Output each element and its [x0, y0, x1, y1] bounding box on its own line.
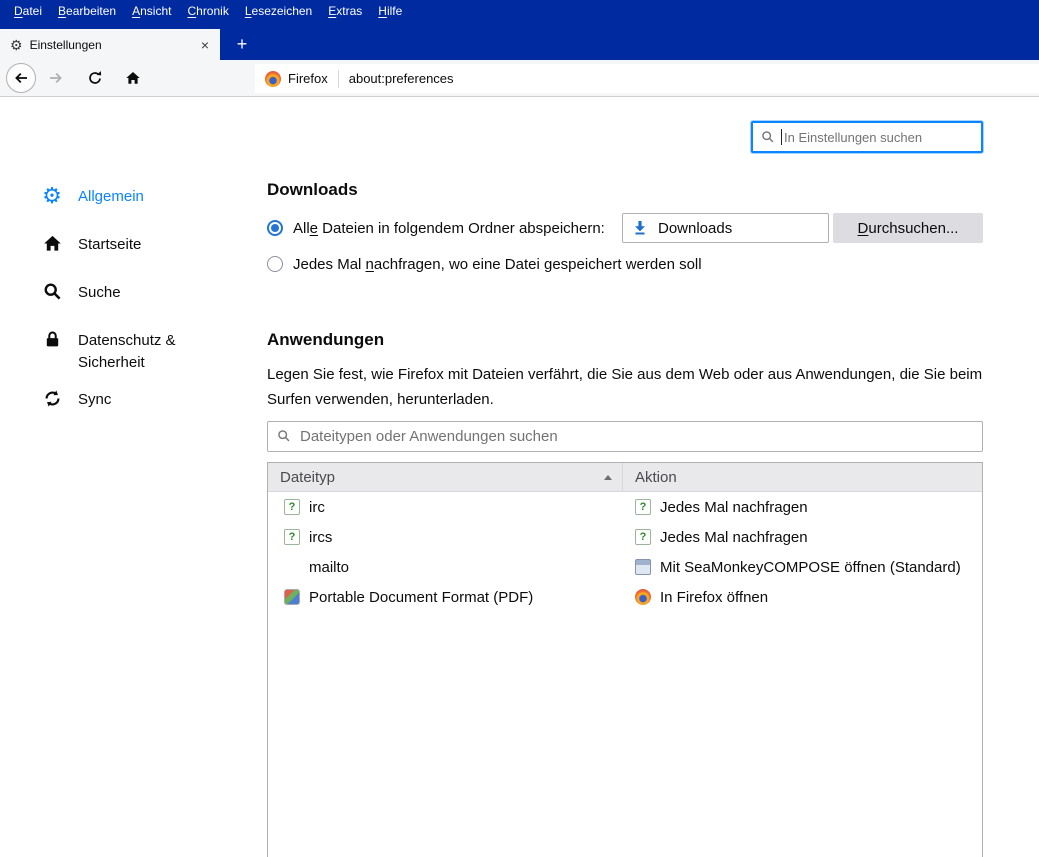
- preferences-content: In Einstellungen suchen Allgemein Starts…: [0, 98, 1039, 857]
- empty-icon: [284, 559, 300, 575]
- download-folder-select[interactable]: Downloads: [622, 213, 829, 243]
- filetype-label: Portable Document Format (PDF): [309, 589, 533, 606]
- applications-description: Legen Sie fest, wie Firefox mit Dateien …: [267, 362, 983, 412]
- ask-action-icon: [635, 529, 651, 545]
- table-row[interactable]: ircs Jedes Mal nachfragen: [268, 522, 982, 552]
- menu-ansicht[interactable]: Ansicht: [124, 2, 179, 20]
- firefox-window: Datei Bearbeiten Ansicht Chronik Lesezei…: [0, 0, 1039, 857]
- tab-bar: Einstellungen × +: [0, 22, 1039, 60]
- gear-icon: [10, 38, 23, 52]
- close-tab-icon[interactable]: ×: [196, 36, 214, 54]
- action-label: Jedes Mal nachfragen: [660, 529, 808, 546]
- table-header: Dateityp Aktion: [268, 463, 982, 492]
- sidebar-item-datenschutz[interactable]: Datenschutz & Sicherheit: [40, 330, 255, 374]
- url-bar[interactable]: Firefox about:preferences: [255, 64, 1039, 93]
- sync-icon: [40, 389, 64, 408]
- menubar: Datei Bearbeiten Ansicht Chronik Lesezei…: [0, 0, 1039, 22]
- sidebar-item-suche[interactable]: Suche: [40, 282, 255, 304]
- radio-ask-every-time[interactable]: Jedes Mal nachfragen, wo eine Datei gesp…: [267, 252, 983, 276]
- search-icon: [761, 130, 775, 144]
- action-label: In Firefox öffnen: [660, 589, 768, 606]
- tab-einstellungen[interactable]: Einstellungen ×: [0, 29, 220, 60]
- firefox-app-icon: [635, 589, 651, 605]
- filetype-label: irc: [309, 499, 325, 516]
- gear-icon: [40, 186, 64, 206]
- sort-ascending-icon: [604, 475, 612, 480]
- action-label: Jedes Mal nachfragen: [660, 499, 808, 516]
- category-sidebar: Allgemein Startseite Suche: [40, 186, 255, 437]
- downloads-heading: Downloads: [267, 180, 983, 200]
- reload-icon: [87, 70, 103, 86]
- menu-chronik[interactable]: Chronik: [179, 2, 236, 20]
- filetype-label: mailto: [309, 559, 349, 576]
- filetype-label: ircs: [309, 529, 332, 546]
- table-row[interactable]: mailto Mit SeaMonkeyCOMPOSE öffnen (Stan…: [268, 552, 982, 582]
- forward-arrow-icon: [48, 70, 64, 86]
- menu-datei[interactable]: Datei: [6, 2, 50, 20]
- search-settings-input[interactable]: In Einstellungen suchen: [751, 121, 983, 153]
- applications-search-wrap: [267, 421, 983, 452]
- download-folder-value: Downloads: [658, 220, 732, 237]
- applications-heading: Anwendungen: [267, 330, 983, 350]
- url-divider: [338, 70, 339, 88]
- download-arrow-icon: [633, 220, 649, 236]
- browse-button[interactable]: Durchsuchen...: [833, 213, 983, 243]
- radio-unchecked-icon[interactable]: [267, 256, 283, 272]
- ask-action-icon: [635, 499, 651, 515]
- sidebar-item-startseite[interactable]: Startseite: [40, 234, 255, 256]
- pdf-file-icon: [284, 589, 300, 605]
- new-tab-button[interactable]: +: [228, 31, 256, 57]
- action-label: Mit SeaMonkeyCOMPOSE öffnen (Standard): [660, 559, 961, 576]
- url-text: about:preferences: [349, 71, 454, 86]
- text-caret: [781, 129, 782, 145]
- table-row[interactable]: Portable Document Format (PDF) In Firefo…: [268, 582, 982, 612]
- identity-label: Firefox: [288, 71, 328, 86]
- main-panel: Downloads Alle Dateien in folgendem Ordn…: [267, 180, 983, 857]
- seamonkey-app-icon: [635, 559, 651, 575]
- applications-table: Dateityp Aktion irc Jedes Mal nachfragen: [267, 462, 983, 857]
- lock-icon: [40, 330, 64, 349]
- menu-hilfe[interactable]: Hilfe: [370, 2, 410, 20]
- column-header-dateityp[interactable]: Dateityp: [268, 463, 623, 491]
- radio-checked-icon[interactable]: [267, 220, 283, 236]
- menu-lesezeichen[interactable]: Lesezeichen: [237, 2, 320, 20]
- menu-extras[interactable]: Extras: [320, 2, 370, 20]
- home-button[interactable]: [122, 70, 144, 86]
- table-row[interactable]: irc Jedes Mal nachfragen: [268, 492, 982, 522]
- reload-button[interactable]: [84, 70, 106, 86]
- radio-save-to-folder[interactable]: Alle Dateien in folgendem Ordner abspeic…: [267, 212, 983, 244]
- forward-button[interactable]: [45, 70, 67, 86]
- unknown-filetype-icon: [284, 529, 300, 545]
- back-arrow-icon: [13, 70, 29, 86]
- home-icon: [125, 70, 141, 86]
- home-icon: [40, 234, 64, 253]
- search-icon: [277, 429, 291, 443]
- search-icon: [40, 282, 64, 301]
- back-button[interactable]: [6, 63, 36, 93]
- firefox-logo-icon: [265, 71, 281, 87]
- sidebar-item-sync[interactable]: Sync: [40, 389, 255, 411]
- filetype-search-input[interactable]: [267, 421, 983, 452]
- column-header-aktion[interactable]: Aktion: [623, 463, 982, 491]
- search-settings-placeholder: In Einstellungen suchen: [784, 130, 922, 145]
- navigation-toolbar: Firefox about:preferences: [0, 60, 1039, 97]
- tab-title: Einstellungen: [30, 38, 196, 52]
- unknown-filetype-icon: [284, 499, 300, 515]
- menu-bearbeiten[interactable]: Bearbeiten: [50, 2, 124, 20]
- sidebar-item-allgemein[interactable]: Allgemein: [40, 186, 255, 208]
